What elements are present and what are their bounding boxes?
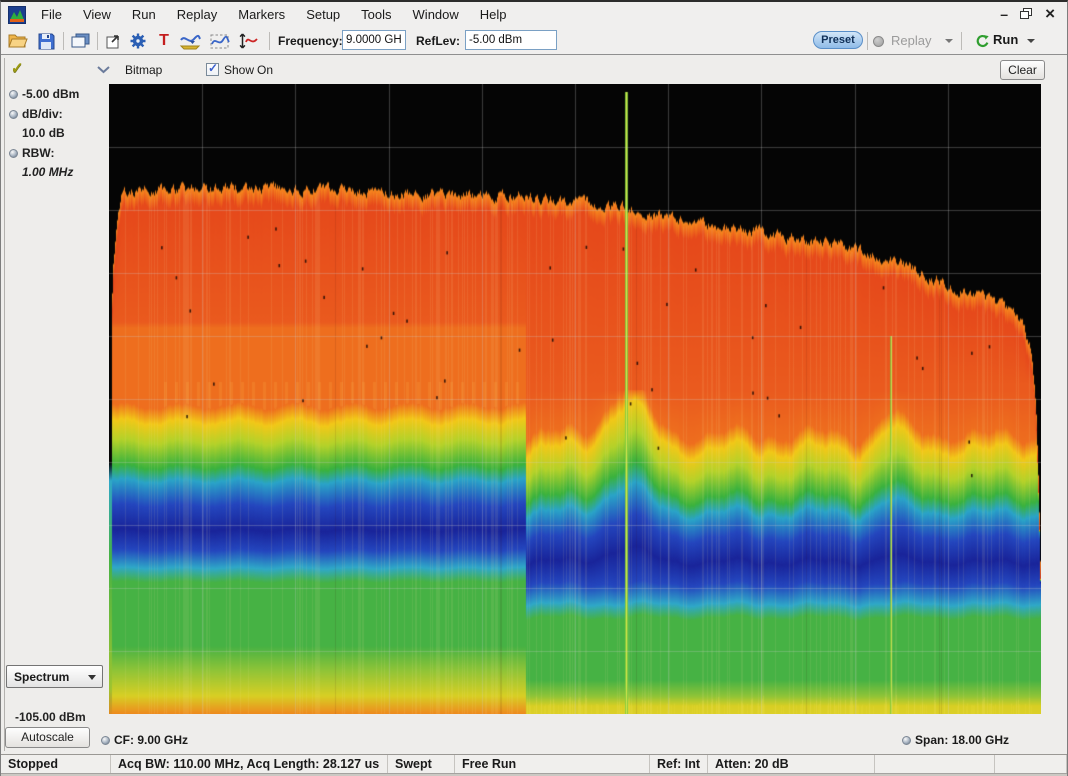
toolbar: T Frequency: RefLev: Preset Replay Run: [1, 27, 1067, 55]
center-frequency: CF: 9.00 GHz: [114, 733, 188, 747]
chevron-down-icon[interactable]: [97, 66, 110, 74]
db-div-bullet-icon: [9, 110, 18, 119]
db-div-label: dB/div:: [22, 107, 63, 121]
menu-item-file[interactable]: File: [41, 7, 62, 22]
rbw-value: 1.00 MHz: [22, 165, 73, 179]
rbw-label: RBW:: [22, 146, 54, 160]
menu-item-tools[interactable]: Tools: [361, 7, 391, 22]
status-empty-1: [875, 755, 995, 773]
run-icon: [971, 31, 993, 51]
open-folder-icon[interactable]: [7, 31, 29, 51]
export-window-icon[interactable]: [101, 31, 123, 51]
status-bar: StoppedAcq BW: 110.00 MHz, Acq Length: 2…: [1, 754, 1067, 773]
status-acquisition: Acq BW: 110.00 MHz, Acq Length: 28.127 u…: [111, 755, 388, 773]
amplitude-waveform-icon[interactable]: [179, 31, 201, 51]
main-area: ✓ Bitmap ✓ Show On Clear -5.00 dBm dB/di…: [1, 55, 1067, 754]
settings-gear-icon[interactable]: [127, 31, 149, 51]
ref-level-bullet-icon: [9, 90, 18, 99]
check-glyph: ✓: [208, 61, 218, 75]
rbw-bullet-icon: [9, 149, 18, 158]
menu-item-replay[interactable]: Replay: [177, 7, 217, 22]
preset-button[interactable]: Preset: [813, 31, 863, 49]
run-button[interactable]: Run: [993, 32, 1018, 47]
run-dropdown-caret[interactable]: [1027, 39, 1035, 43]
replay-button[interactable]: Replay: [891, 33, 931, 48]
span: Span: 18.00 GHz: [915, 733, 1009, 747]
replay-dropdown-caret[interactable]: [945, 39, 953, 43]
app-icon: [8, 6, 26, 24]
dropdown-arrow-icon: [88, 675, 96, 680]
panel-edge-line: [4, 58, 5, 751]
menu-item-view[interactable]: View: [83, 7, 111, 22]
replay-icon: [873, 36, 884, 47]
menu-bar: File View Run Replay Markers Setup Tools Window…: [41, 7, 507, 22]
menu-item-run[interactable]: Run: [132, 7, 156, 22]
window-controls: – ×: [1000, 4, 1055, 24]
status-attenuation: Atten: 20 dB: [708, 755, 875, 773]
show-label: Show: [224, 63, 254, 77]
vertical-autoscale-icon[interactable]: [237, 31, 259, 51]
menu-item-setup[interactable]: Setup: [306, 7, 340, 22]
toolbar-separator: [97, 32, 98, 50]
clear-button[interactable]: Clear: [1000, 60, 1045, 80]
plot-area: [109, 84, 1041, 714]
restore-button[interactable]: [1020, 8, 1033, 20]
top-ref-level: -5.00 dBm: [22, 87, 79, 101]
save-floppy-icon[interactable]: [35, 31, 57, 51]
displays-icon[interactable]: [69, 31, 91, 51]
status-run-state: Stopped: [1, 755, 111, 773]
span-bullet-icon: [902, 736, 911, 745]
application-window: File View Run Replay Markers Setup Tools Window…: [0, 0, 1068, 776]
title-bar: File View Run Replay Markers Setup Tools Window…: [1, 2, 1067, 27]
toolbar-separator: [269, 32, 270, 50]
analysis-window-icon[interactable]: [209, 31, 231, 51]
trace-selector-dropdown[interactable]: Spectrum: [6, 665, 103, 688]
on-label: On: [257, 63, 273, 77]
toolbar-separator: [961, 32, 962, 50]
menu-item-markers[interactable]: Markers: [238, 7, 285, 22]
menu-item-window[interactable]: Window: [413, 7, 459, 22]
display-selected-check: ✓: [11, 59, 24, 77]
autoscale-button[interactable]: Autoscale: [5, 727, 90, 748]
show-checkbox[interactable]: ✓: [206, 63, 219, 76]
toolbar-separator: [867, 32, 868, 50]
menu-item-help[interactable]: Help: [480, 7, 507, 22]
db-div-value: 10.0 dB: [22, 126, 65, 140]
reflev-label: RefLev:: [416, 34, 460, 48]
trigger-text-icon[interactable]: T: [153, 31, 175, 51]
frequency-input[interactable]: [342, 30, 406, 50]
close-button[interactable]: ×: [1045, 5, 1055, 23]
status-empty-2: [995, 755, 1067, 773]
cf-bullet-icon: [101, 736, 110, 745]
toolbar-separator: [63, 32, 64, 50]
status-sweep-type: Swept: [388, 755, 455, 773]
bitmap-display[interactable]: [109, 84, 1041, 714]
minimize-button[interactable]: –: [1000, 5, 1008, 23]
reflev-input[interactable]: [465, 30, 557, 50]
bottom-ref-level: -105.00 dBm: [15, 710, 86, 724]
view-name-label: Bitmap: [125, 63, 162, 77]
status-trigger: Free Run: [455, 755, 650, 773]
trace-selector-value: Spectrum: [14, 670, 69, 684]
frequency-label: Frequency:: [278, 34, 343, 48]
status-reference: Ref: Int: [650, 755, 708, 773]
